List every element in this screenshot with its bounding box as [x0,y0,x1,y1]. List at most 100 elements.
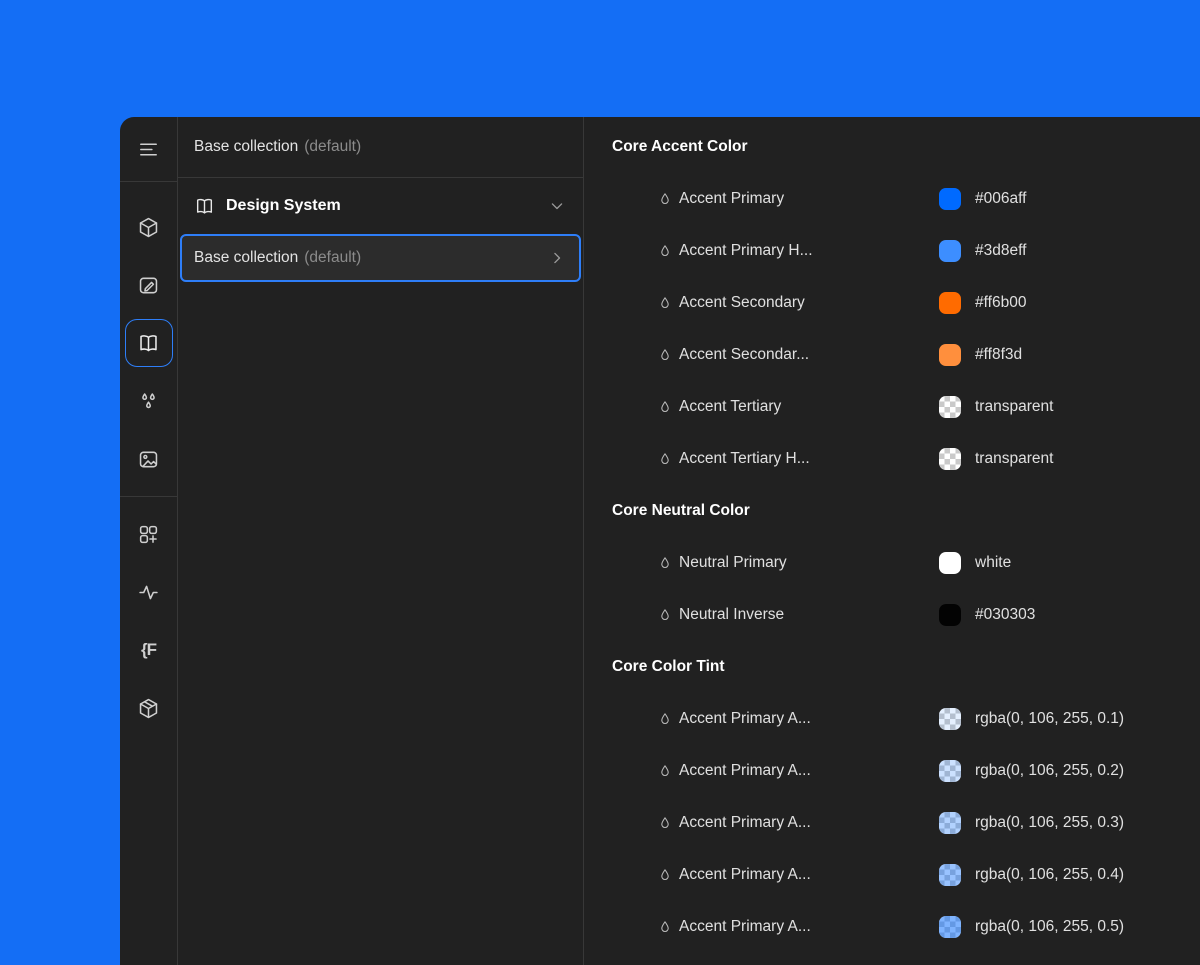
token-row[interactable]: Accent Primary H...#3d8eff [612,225,1184,277]
drops-button[interactable] [125,377,173,425]
droplet-icon [657,347,673,364]
function-icon: {F [141,640,156,660]
color-swatch[interactable] [939,812,961,834]
library-name: Design System [226,197,341,215]
color-swatch[interactable] [939,344,961,366]
design-tokens-button[interactable] [125,319,173,367]
section-title: Core Neutral Color [612,485,1184,537]
book-icon [194,196,215,217]
color-swatch[interactable] [939,448,961,470]
panel-title: Base collection [194,138,298,156]
collection-title: Base collection [194,249,298,267]
token-value: rgba(0, 106, 255, 0.1) [975,710,1124,728]
token-row[interactable]: Accent Primary A...rgba(0, 106, 255, 0.2… [612,745,1184,797]
color-swatch-fill [939,344,961,366]
color-swatch[interactable] [939,552,961,574]
token-name: Neutral Inverse [679,606,939,624]
droplet-icon [657,243,673,260]
library-selector[interactable]: Design System [178,178,583,234]
color-swatch[interactable] [939,864,961,886]
token-value: transparent [975,450,1053,468]
token-row[interactable]: Accent Primary #006aff [612,173,1184,225]
token-row[interactable]: Accent Primary A... rgba(0, 106, 255, 0.1… [612,693,1184,745]
token-value: white [975,554,1011,572]
token-value: #006aff [975,190,1026,208]
droplet-icon [657,763,673,780]
color-swatch-fill [939,552,961,574]
token-row[interactable]: Accent Primary A... rgba(0, 106, 255, 0.3… [612,797,1184,849]
token-name: Accent Tertiary H... [679,450,939,468]
color-swatch[interactable] [939,604,961,626]
token-value: #3d8eff [975,242,1026,260]
cube-icon [137,216,160,239]
droplet-icon [657,919,673,936]
color-swatch-fill [939,604,961,626]
token-value: rgba(0, 106, 255, 0.3) [975,814,1124,832]
token-value: #ff6b00 [975,294,1026,312]
color-swatch[interactable] [939,708,961,730]
color-swatch-fill [939,864,961,886]
token-row[interactable]: Accent Primary A...rgba(0, 106, 255, 0.4… [612,849,1184,901]
color-swatch-fill [939,916,961,938]
rail-group-tools: {F [125,505,173,737]
color-swatch[interactable] [939,760,961,782]
color-swatch[interactable] [939,916,961,938]
package-icon [137,697,160,720]
token-row[interactable]: Accent Tertiary H... transparent [612,433,1184,485]
token-name: Accent Tertiary [679,398,939,416]
token-row[interactable]: Accent Primary A... rgba(0, 106, 255, 0.5… [612,901,1184,953]
color-swatch[interactable] [939,292,961,314]
token-name: Accent Primary A... [679,762,939,780]
package-button[interactable] [125,684,173,732]
droplet-icon [657,815,673,832]
color-swatch-fill [939,812,961,834]
droplet-icon [657,191,673,208]
droplet-icon [657,555,673,572]
section-title: Core Color Tint [612,641,1184,693]
left-toolbar-rail: {F [120,117,178,965]
color-swatch[interactable] [939,240,961,262]
droplet-icon [657,711,673,728]
droplet-icon [657,607,673,624]
panel-header: Base collection (default) [178,117,583,178]
widgets-icon [137,523,160,546]
chevron-down-icon [547,196,567,216]
cube-button[interactable] [125,203,173,251]
menu-icon [137,138,160,161]
token-name: Accent Primary A... [679,814,939,832]
color-swatch-fill [939,760,961,782]
rail-divider [120,496,177,497]
image-button[interactable] [125,435,173,483]
section-title: Core Accent Color [612,121,1184,173]
token-value: #ff8f3d [975,346,1022,364]
edit-button[interactable] [125,261,173,309]
token-row[interactable]: Accent Tertiarytransparent [612,381,1184,433]
token-name: Accent Secondar... [679,346,939,364]
menu-button[interactable] [125,125,173,173]
token-row[interactable]: Neutral Primarywhite [612,537,1184,589]
color-swatch-fill [939,396,961,418]
collections-panel: Base collection (default) Design System … [178,117,584,965]
function-button[interactable]: {F [125,626,173,674]
widgets-button[interactable] [125,510,173,558]
image-icon [137,448,160,471]
chevron-right-icon [547,248,567,268]
token-value: rgba(0, 106, 255, 0.4) [975,866,1124,884]
activity-button[interactable] [125,568,173,616]
color-swatch[interactable] [939,188,961,210]
droplet-icon [657,295,673,312]
design-tokens-icon [137,332,160,355]
color-swatch-fill [939,292,961,314]
token-row[interactable]: Accent Secondar... #ff8f3d [612,329,1184,381]
token-name: Accent Secondary [679,294,939,312]
token-row[interactable]: Accent Secondary #ff6b00 [612,277,1184,329]
token-name: Accent Primary A... [679,710,939,728]
token-row[interactable]: Neutral Inverse#030303 [612,589,1184,641]
edit-icon [137,274,160,297]
rail-group-design [125,190,173,488]
token-name: Accent Primary A... [679,918,939,936]
color-swatch[interactable] [939,396,961,418]
token-value: rgba(0, 106, 255, 0.5) [975,918,1124,936]
collection-item-base[interactable]: Base collection (default) [180,234,581,282]
token-name: Accent Primary [679,190,939,208]
